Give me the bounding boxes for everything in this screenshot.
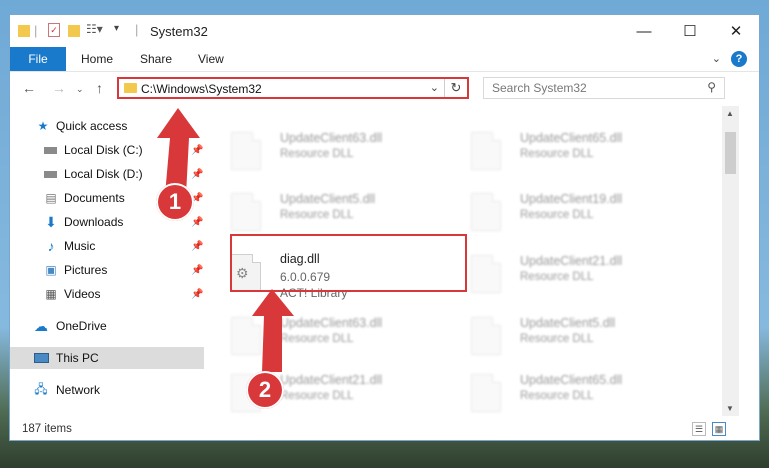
- step-badge-1: 1: [156, 183, 194, 221]
- arrow-2: [252, 289, 294, 372]
- step-badge-2: 2: [246, 371, 284, 409]
- arrow-1: [157, 108, 200, 195]
- annotation-arrows: [157, 108, 294, 372]
